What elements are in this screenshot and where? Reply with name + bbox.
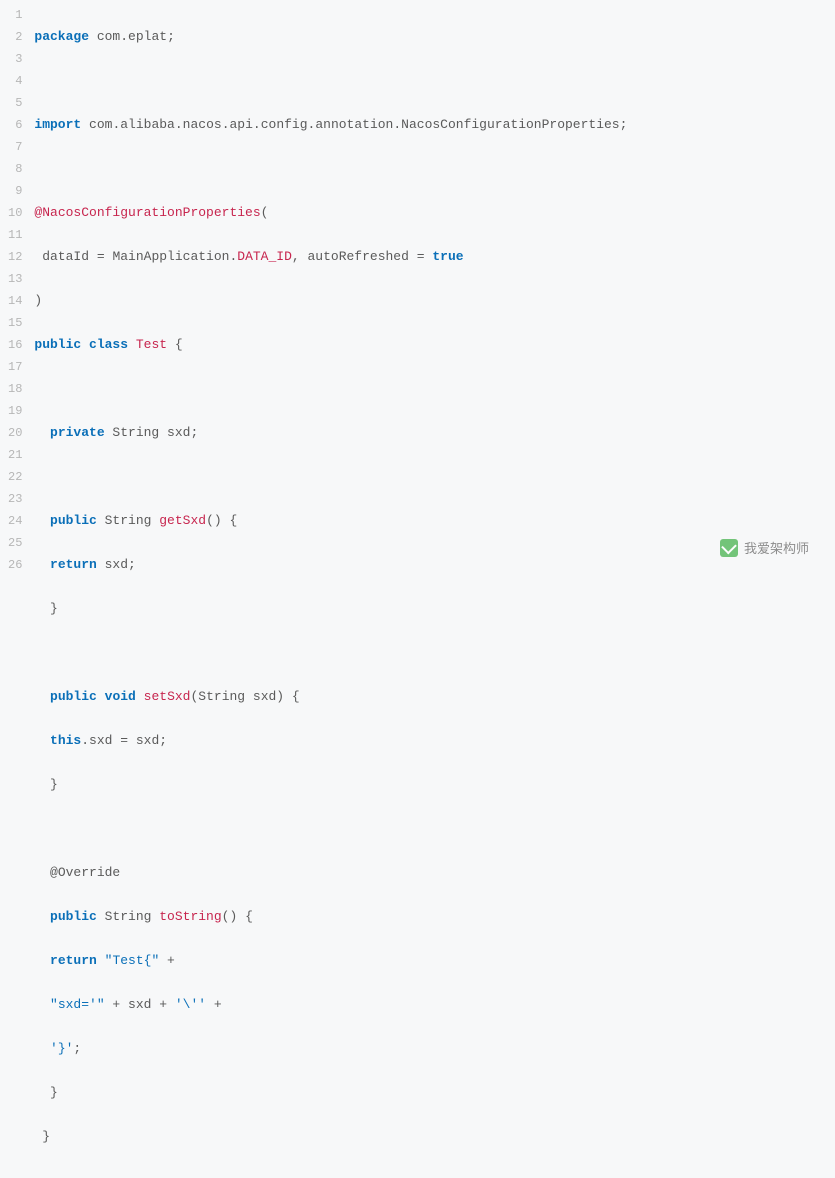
line-number: 7 (0, 136, 26, 158)
line-number: 21 (0, 444, 26, 466)
line-number: 16 (0, 334, 26, 356)
line-number: 2 (0, 26, 26, 48)
code-line: } (34, 1082, 835, 1104)
code-line: '}'; (34, 1038, 835, 1060)
line-number: 6 (0, 114, 26, 136)
code-line (34, 158, 835, 180)
line-number: 15 (0, 312, 26, 334)
line-number: 18 (0, 378, 26, 400)
code-line: public void setSxd(String sxd) { (34, 686, 835, 708)
line-number: 4 (0, 70, 26, 92)
code-line: package com.eplat; (34, 26, 835, 48)
code-line: dataId = MainApplication.DATA_ID, autoRe… (34, 246, 835, 268)
line-number: 8 (0, 158, 26, 180)
line-number: 3 (0, 48, 26, 70)
line-number: 1 (0, 4, 26, 26)
code-block: 1234567891011121314151617181920212223242… (0, 0, 835, 1178)
wechat-icon (720, 539, 738, 557)
code-line: public String getSxd() { (34, 510, 835, 532)
line-number: 10 (0, 202, 26, 224)
code-line: } (34, 774, 835, 796)
line-number: 23 (0, 488, 26, 510)
code-line: ) (34, 290, 835, 312)
line-number: 5 (0, 92, 26, 114)
line-number: 13 (0, 268, 26, 290)
line-number: 11 (0, 224, 26, 246)
code-line: import com.alibaba.nacos.api.config.anno… (34, 114, 835, 136)
line-number: 17 (0, 356, 26, 378)
line-number: 19 (0, 400, 26, 422)
code-line (34, 466, 835, 488)
code-line: } (34, 1126, 835, 1148)
code-line: public String toString() { (34, 906, 835, 928)
code-line: public class Test { (34, 334, 835, 356)
line-number: 26 (0, 554, 26, 576)
watermark: 我爱架构师 (720, 538, 809, 557)
code-line: "sxd='" + sxd + '\'' + (34, 994, 835, 1016)
code-line: } (34, 598, 835, 620)
line-number: 12 (0, 246, 26, 268)
line-number: 24 (0, 510, 26, 532)
code-line: @NacosConfigurationProperties( (34, 202, 835, 224)
code-line: return sxd; (34, 554, 835, 576)
code-line (34, 818, 835, 840)
code-line: this.sxd = sxd; (34, 730, 835, 752)
line-number: 25 (0, 532, 26, 554)
code-line: private String sxd; (34, 422, 835, 444)
code-line (34, 378, 835, 400)
line-number: 22 (0, 466, 26, 488)
code-line (34, 642, 835, 664)
code-line: @Override (34, 862, 835, 884)
line-number: 9 (0, 180, 26, 202)
line-number: 20 (0, 422, 26, 444)
code-line (34, 70, 835, 92)
watermark-text: 我爱架构师 (744, 538, 809, 557)
line-number: 14 (0, 290, 26, 312)
code-line: return "Test{" + (34, 950, 835, 972)
line-number-gutter: 1234567891011121314151617181920212223242… (0, 4, 34, 1178)
code-content: package com.eplat; import com.alibaba.na… (34, 4, 835, 1178)
